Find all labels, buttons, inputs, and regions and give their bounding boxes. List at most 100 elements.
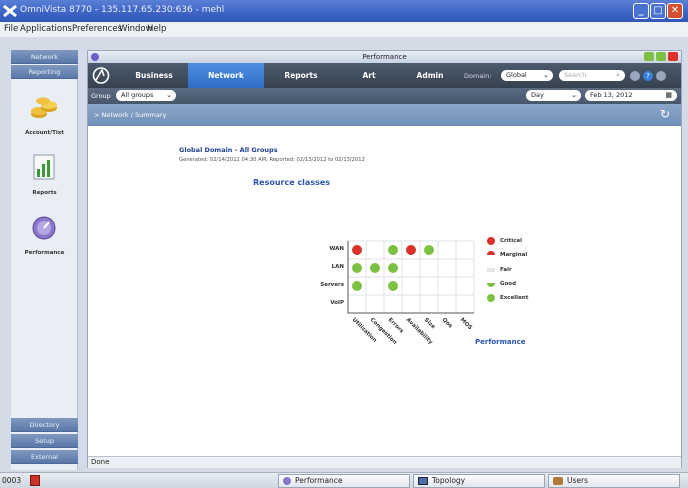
matrix-cell-good[interactable] <box>370 263 380 273</box>
matrix-cell-good[interactable] <box>352 263 362 273</box>
top-nav-bar: Business Network Reports Art Admin Domai… <box>88 63 681 88</box>
performance-gauge-icon[interactable] <box>31 215 57 241</box>
status-bar: Done <box>88 456 681 468</box>
legend: Critical Marginal Fair Good Excellent <box>486 235 566 315</box>
legend-critical: Critical <box>500 238 523 244</box>
tab-business[interactable]: Business <box>120 63 188 88</box>
legend-good-icon <box>487 283 495 287</box>
report-title: Resource classes <box>253 178 331 187</box>
group-value: All groups <box>121 91 154 99</box>
alcatel-logo-icon <box>92 67 110 84</box>
matrix-cell-critical[interactable] <box>406 245 416 255</box>
search-icon: ⌕ <box>616 71 620 79</box>
domain-select[interactable]: Global ⌄ <box>501 70 553 81</box>
help-icon[interactable]: ? <box>643 71 653 81</box>
legend-fair-icon <box>487 268 495 272</box>
row-label: VoIP <box>330 300 344 306</box>
monitor-icon <box>418 477 428 485</box>
chevron-down-icon: ⌄ <box>571 91 577 99</box>
chevron-down-icon: ⌄ <box>543 71 549 79</box>
tab-art[interactable]: Art <box>338 63 400 88</box>
matrix-cell-good[interactable] <box>388 263 398 273</box>
group-select[interactable]: All groups ⌄ <box>116 90 176 101</box>
nav-directory-button[interactable]: Directory <box>11 418 78 432</box>
legend-symbols <box>487 237 495 302</box>
date-value: Feb 13, 2012 <box>590 91 633 99</box>
period-value: Day <box>531 91 544 99</box>
report-generated-text: Generated: 02/14/2012 04:30 AM; Reported… <box>179 157 365 163</box>
title-bar: OmniVista 8770 - 135.117.65.230:636 - me… <box>0 0 688 22</box>
close-button[interactable]: ✕ <box>667 3 683 19</box>
minimize-button[interactable]: _ <box>633 3 649 19</box>
domain-value: Global <box>506 71 527 79</box>
domain-label: Domain: <box>464 72 492 80</box>
nav-item-account-label[interactable]: Account/Tixt <box>11 130 78 136</box>
filter-bar: Group All groups ⌄ Day ⌄ Feb 13, 2012 ▦ <box>88 88 681 104</box>
menu-bar: File Applications Preferences Window Hel… <box>0 22 688 37</box>
performance-panel: Performance Business Network Reports Art… <box>87 50 682 468</box>
maximize-button[interactable]: □ <box>650 3 666 19</box>
matrix-cell-good[interactable] <box>388 281 398 291</box>
nav-item-performance-label[interactable]: Performance <box>11 250 78 256</box>
date-picker[interactable]: Feb 13, 2012 ▦ <box>585 90 677 101</box>
panel-minimize-icon[interactable] <box>644 52 654 61</box>
menu-file[interactable]: File <box>4 24 18 34</box>
taskbar-users-button[interactable]: Users <box>548 474 680 488</box>
settings-icon[interactable] <box>630 71 640 81</box>
matrix-cell-good[interactable] <box>352 281 362 291</box>
lock-icon <box>30 475 40 486</box>
menu-preferences[interactable]: Preferences <box>72 24 122 34</box>
users-icon <box>553 477 563 485</box>
legend-good: Good <box>500 281 517 287</box>
breadcrumb-bar: > Network / Summary ↻ <box>88 104 681 126</box>
row-label: LAN <box>331 264 344 270</box>
nav-item-reports-label[interactable]: Reports <box>11 190 78 196</box>
legend-critical-icon <box>487 237 495 245</box>
row-label: WAN <box>329 246 344 252</box>
row-label: Servers <box>320 282 344 288</box>
group-label: Group <box>91 92 111 100</box>
matrix-cell-critical[interactable] <box>352 245 362 255</box>
legend-fair: Fair <box>500 267 512 273</box>
left-navigation: Network Reporting Account/Tixt Reports P… <box>11 50 78 470</box>
reports-icon[interactable] <box>31 153 57 181</box>
report-content: Global Domain - All Groups Generated: 02… <box>88 126 681 456</box>
nav-setup-button[interactable]: Setup <box>11 434 78 448</box>
calendar-icon: ▦ <box>665 91 672 99</box>
session-counter: 0003 <box>2 476 22 485</box>
matrix-cell-good[interactable] <box>388 245 398 255</box>
matrix-cell-good[interactable] <box>424 245 434 255</box>
legend-marginal-icon <box>487 251 495 255</box>
power-icon[interactable] <box>656 71 666 81</box>
taskbar-topology-button[interactable]: Topology <box>413 474 545 488</box>
refresh-icon[interactable]: ↻ <box>660 107 670 121</box>
legend-excellent-icon <box>487 294 495 302</box>
panel-title: Performance <box>88 51 681 63</box>
coins-icon[interactable] <box>29 92 59 122</box>
panel-app-icon <box>91 53 99 61</box>
taskbar: 0003 Performance Topology Users <box>0 472 688 488</box>
breadcrumb: > Network / Summary <box>94 111 167 119</box>
nav-reporting-button[interactable]: Reporting <box>11 65 78 79</box>
nav-network-button[interactable]: Network <box>11 50 78 64</box>
search-input[interactable]: Search ⌕ <box>559 70 625 81</box>
legend-excellent: Excellent <box>500 295 529 301</box>
legend-marginal: Marginal <box>500 252 528 258</box>
period-select[interactable]: Day ⌄ <box>526 90 581 101</box>
menu-help[interactable]: Help <box>147 24 166 34</box>
tab-admin[interactable]: Admin <box>400 63 460 88</box>
menu-applications[interactable]: Applications <box>20 24 72 34</box>
tab-reports[interactable]: Reports <box>264 63 338 88</box>
taskbar-performance-label: Performance <box>295 476 343 485</box>
nav-external-button[interactable]: External <box>11 450 78 464</box>
column-group-label: Performance <box>475 338 526 346</box>
panel-maximize-icon[interactable] <box>656 52 666 61</box>
taskbar-performance-button[interactable]: Performance <box>278 474 410 488</box>
chevron-down-icon: ⌄ <box>166 91 172 99</box>
tab-network[interactable]: Network <box>188 63 264 88</box>
taskbar-topology-label: Topology <box>432 476 466 485</box>
taskbar-users-label: Users <box>567 476 589 485</box>
app-logo-icon <box>3 4 17 18</box>
panel-close-icon[interactable] <box>668 52 678 61</box>
report-heading: Global Domain - All Groups <box>179 146 278 154</box>
